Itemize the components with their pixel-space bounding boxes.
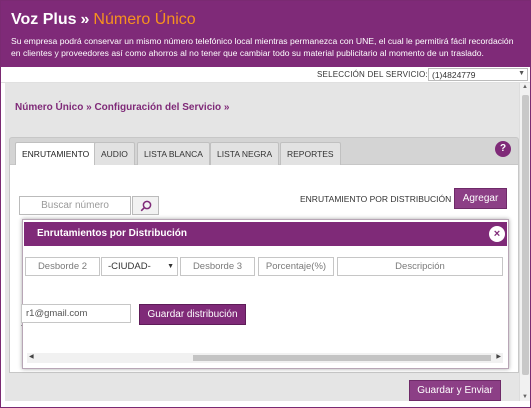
page-title: Voz Plus» Número Único	[11, 11, 196, 29]
service-label: SELECCIÓN DEL SERVICIO:	[317, 70, 428, 79]
city-select-value: -CIUDAD-	[108, 261, 151, 272]
save-and-send-button[interactable]: Guardar y Enviar	[409, 380, 501, 401]
city-select[interactable]: -CIUDAD- ▼	[101, 257, 178, 276]
desborde-2-field[interactable]: Desborde 2	[25, 257, 100, 276]
service-bar: SELECCIÓN DEL SERVICIO: (1)4824779 ▼	[1, 67, 530, 83]
service-selected-value: (1)4824779	[432, 70, 476, 80]
tab-bar: ENRUTAMIENTO AUDIO LISTA BLANCA LISTA NE…	[9, 137, 519, 166]
email-field[interactable]	[21, 304, 131, 323]
distribution-modal: Enrutamientos por Distribución × Desbord…	[21, 219, 509, 369]
tab-audio[interactable]: AUDIO	[94, 142, 135, 166]
percentage-field[interactable]: Porcentaje(%)	[258, 257, 334, 276]
modal-header: Enrutamientos por Distribución ×	[24, 222, 507, 246]
distribution-label: ENRUTAMIENTO POR DISTRIBUCIÓN	[300, 194, 452, 204]
scroll-down-icon[interactable]: ▼	[522, 394, 528, 400]
chevron-down-icon: ▼	[167, 263, 174, 270]
search-input[interactable]	[19, 196, 131, 215]
tab-reportes[interactable]: REPORTES	[280, 142, 341, 166]
tab-enrutamiento[interactable]: ENRUTAMIENTO	[15, 142, 97, 166]
header: Voz Plus» Número Único Su empresa podrá c…	[1, 1, 530, 67]
app-name: Voz Plus	[11, 11, 77, 28]
breadcrumb[interactable]: Número Único » Configuración del Servici…	[15, 102, 230, 113]
search-icon	[140, 200, 152, 212]
horizontal-scrollbar[interactable]: ◀ ▶	[27, 353, 503, 363]
scrollbar-thumb[interactable]	[522, 95, 529, 375]
tab-lista-blanca[interactable]: LISTA BLANCA	[137, 142, 210, 166]
search-button[interactable]	[132, 196, 159, 215]
section-name: Número Único	[93, 11, 196, 28]
close-icon[interactable]: ×	[489, 226, 505, 242]
modal-title: Enrutamientos por Distribución	[37, 228, 188, 239]
header-description: Su empresa podrá conservar un mismo núme…	[11, 36, 514, 58]
desborde-3-field[interactable]: Desborde 3	[180, 257, 255, 276]
service-select[interactable]: (1)4824779 ▼	[428, 68, 528, 81]
page-scrollbar[interactable]: ▲ ▼	[519, 83, 530, 401]
description-field[interactable]: Descripción	[337, 257, 503, 276]
scroll-right-icon[interactable]: ▶	[496, 353, 501, 360]
add-button[interactable]: Agregar	[454, 188, 507, 209]
save-distribution-button[interactable]: Guardar distribución	[139, 304, 246, 325]
title-separator: »	[80, 11, 90, 28]
scrollbar-thumb[interactable]	[193, 355, 491, 361]
help-icon[interactable]: ?	[495, 141, 511, 157]
chevron-down-icon: ▼	[518, 70, 525, 77]
tab-lista-negra[interactable]: LISTA NEGRA	[210, 142, 280, 166]
scroll-up-icon[interactable]: ▲	[522, 84, 528, 90]
scroll-left-icon[interactable]: ◀	[29, 353, 34, 360]
app-window: Voz Plus» Número Único Su empresa podrá c…	[0, 0, 531, 408]
